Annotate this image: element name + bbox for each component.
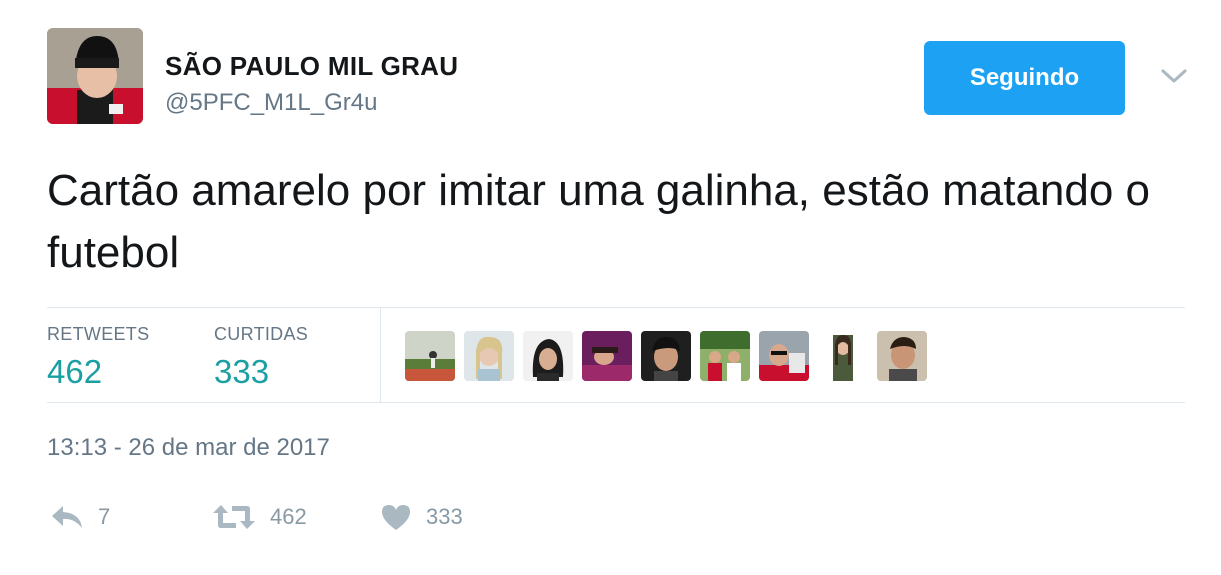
following-button[interactable]: Seguindo xyxy=(924,41,1125,115)
liker-avatar[interactable] xyxy=(700,331,750,381)
liker-avatar[interactable] xyxy=(582,331,632,381)
retweet-count: 462 xyxy=(270,504,307,529)
like-action[interactable]: 333 xyxy=(380,499,463,535)
liker-avatar[interactable] xyxy=(759,331,809,381)
divider xyxy=(47,307,1185,308)
retweets-count: 462 xyxy=(47,353,103,390)
heart-icon xyxy=(380,503,412,531)
likes-label: CURTIDAS xyxy=(214,324,309,344)
like-count: 333 xyxy=(426,504,463,529)
retweet-action[interactable]: 462 xyxy=(212,499,307,535)
retweet-icon xyxy=(212,503,256,531)
tweet-text: Cartão amarelo por imitar uma galinha, e… xyxy=(47,166,1151,277)
author-display-name[interactable]: SÃO PAULO MIL GRAU xyxy=(165,51,458,82)
liker-avatar[interactable] xyxy=(405,331,455,381)
liker-avatar[interactable] xyxy=(523,331,573,381)
likes-stat[interactable]: CURTIDAS 333 xyxy=(214,324,308,391)
liker-avatar[interactable] xyxy=(877,331,927,381)
tweet-card: SÃO PAULO MIL GRAU @5PFC_M1L_Gr4u Seguin… xyxy=(0,0,1221,575)
reply-action[interactable]: 7 xyxy=(50,499,110,535)
avatar[interactable] xyxy=(47,28,143,124)
retweets-stat[interactable]: RETWEETS 462 xyxy=(47,324,149,391)
liker-avatar[interactable] xyxy=(818,331,868,381)
tweet-timestamp[interactable]: 13:13 - 26 de mar de 2017 xyxy=(47,434,330,462)
chevron-down-icon[interactable] xyxy=(1160,64,1188,88)
author-handle[interactable]: @5PFC_M1L_Gr4u xyxy=(165,89,377,117)
divider xyxy=(47,402,1185,403)
reply-icon xyxy=(50,504,84,530)
liker-avatar[interactable] xyxy=(464,331,514,381)
stats-separator xyxy=(380,308,381,402)
retweets-label: RETWEETS xyxy=(47,324,150,344)
reply-count: 7 xyxy=(98,504,111,529)
likers-avatar-list xyxy=(405,331,927,381)
likes-count: 333 xyxy=(214,353,270,390)
liker-avatar[interactable] xyxy=(641,331,691,381)
